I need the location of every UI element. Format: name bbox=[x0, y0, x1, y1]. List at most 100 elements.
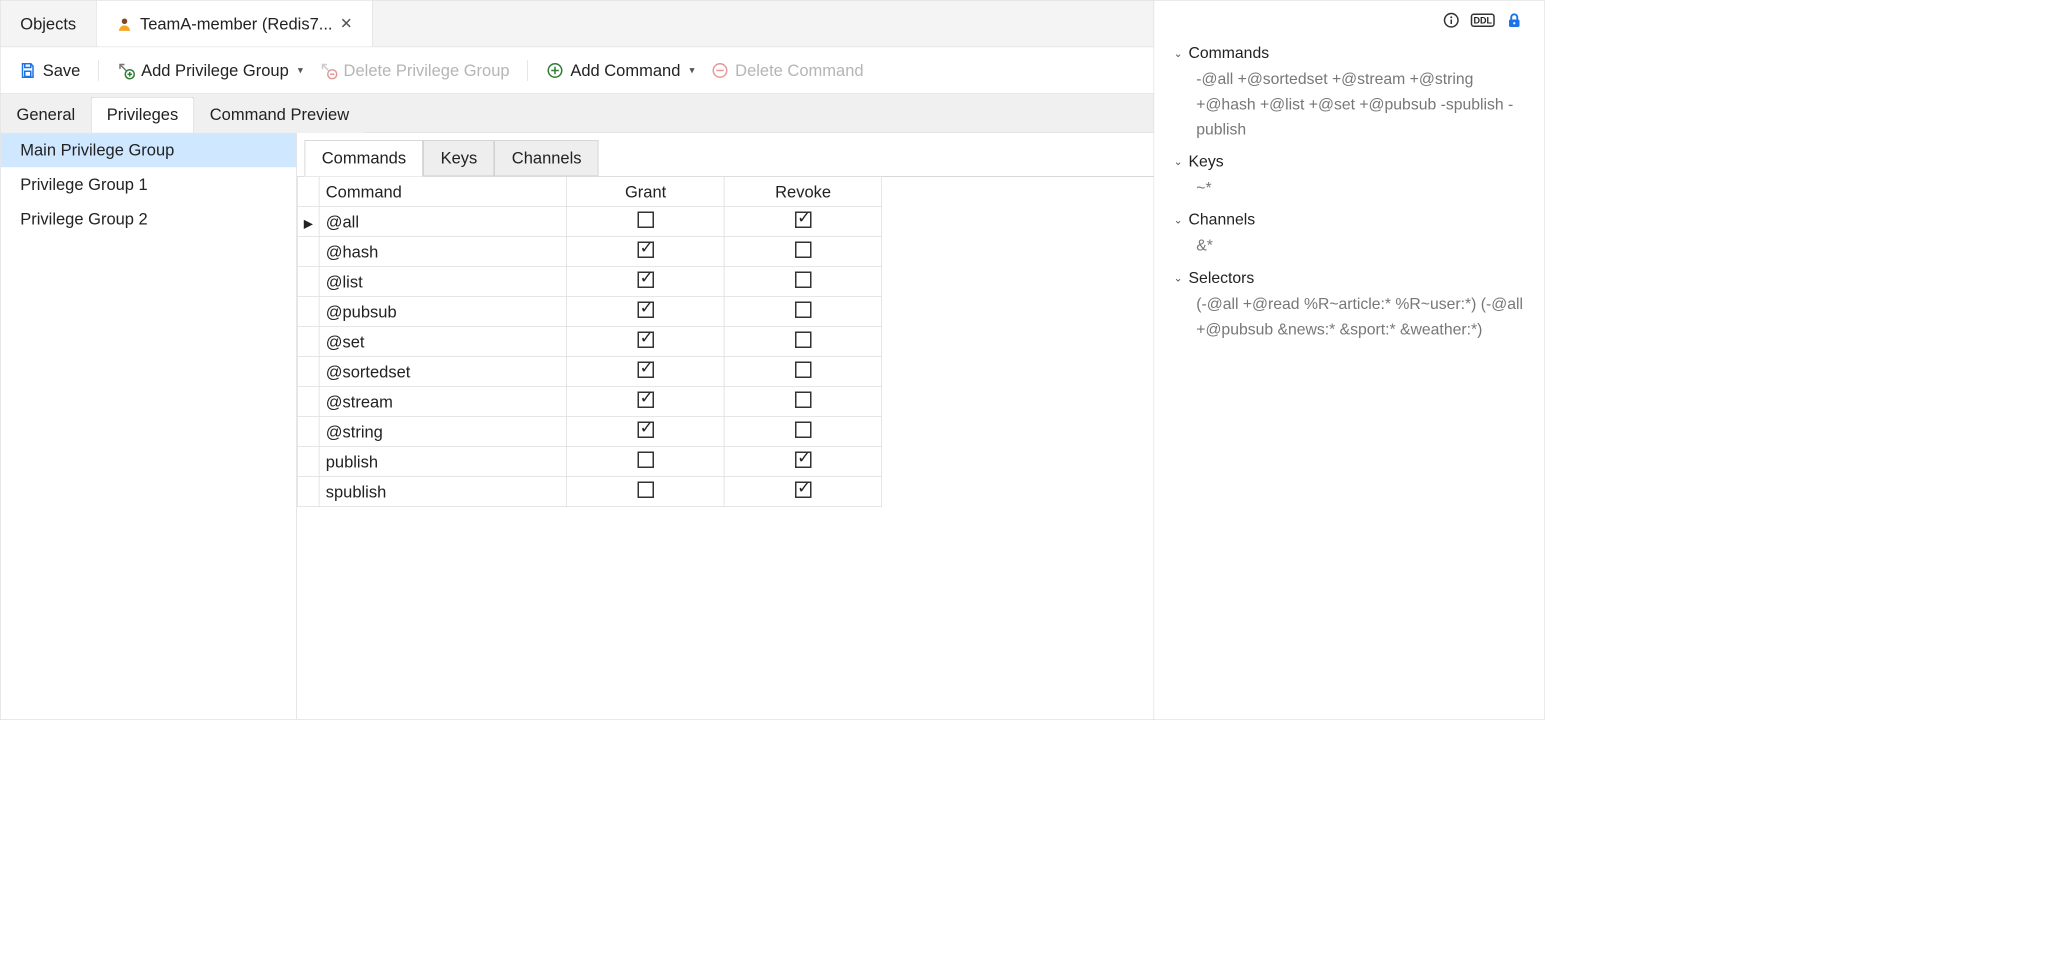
cell-command[interactable]: @all bbox=[319, 207, 567, 237]
chevron-down-icon: ▾ bbox=[689, 64, 694, 77]
info-icon[interactable] bbox=[1441, 10, 1462, 31]
document-tabs: Objects TeamA-member (Redis7... ✕ bbox=[1, 1, 1154, 48]
cell-revoke[interactable] bbox=[724, 237, 882, 267]
table-row[interactable]: @list bbox=[297, 267, 881, 297]
row-marker: ▶ bbox=[297, 207, 319, 237]
delete-privilege-group-label: Delete Privilege Group bbox=[344, 60, 510, 80]
cell-revoke[interactable] bbox=[724, 267, 882, 297]
cell-grant[interactable] bbox=[567, 447, 725, 477]
checkbox-grant[interactable] bbox=[637, 391, 654, 408]
cell-command[interactable]: @sortedset bbox=[319, 357, 567, 387]
side-channels-header[interactable]: ⌄Channels bbox=[1174, 207, 1525, 234]
close-icon[interactable]: ✕ bbox=[340, 14, 353, 33]
checkbox-revoke[interactable] bbox=[795, 331, 812, 348]
cell-command[interactable]: @set bbox=[319, 327, 567, 357]
cell-grant[interactable] bbox=[567, 417, 725, 447]
cell-grant[interactable] bbox=[567, 237, 725, 267]
row-marker bbox=[297, 297, 319, 327]
cell-grant[interactable] bbox=[567, 207, 725, 237]
cell-command[interactable]: @hash bbox=[319, 237, 567, 267]
cell-revoke[interactable] bbox=[724, 297, 882, 327]
tab-objects[interactable]: Objects bbox=[1, 1, 97, 47]
cell-grant[interactable] bbox=[567, 387, 725, 417]
cell-revoke[interactable] bbox=[724, 477, 882, 507]
cell-revoke[interactable] bbox=[724, 357, 882, 387]
table-row[interactable]: ▶@all bbox=[297, 207, 881, 237]
toolbar: Save Add Privilege Group ▾ Delete Privil… bbox=[1, 47, 1154, 94]
cell-grant[interactable] bbox=[567, 357, 725, 387]
cell-grant[interactable] bbox=[567, 297, 725, 327]
table-row[interactable]: @set bbox=[297, 327, 881, 357]
checkbox-grant[interactable] bbox=[637, 271, 654, 288]
cell-command[interactable]: publish bbox=[319, 447, 567, 477]
checkbox-revoke[interactable] bbox=[795, 301, 812, 318]
side-channels-value: &* bbox=[1174, 234, 1525, 259]
checkbox-revoke[interactable] bbox=[795, 361, 812, 378]
checkbox-grant[interactable] bbox=[637, 301, 654, 318]
table-row[interactable]: spublish bbox=[297, 477, 881, 507]
privilege-group-item[interactable]: Privilege Group 1 bbox=[1, 167, 297, 202]
cell-grant[interactable] bbox=[567, 267, 725, 297]
checkbox-revoke[interactable] bbox=[795, 211, 812, 228]
chevron-down-icon: ⌄ bbox=[1174, 214, 1183, 227]
checkbox-grant[interactable] bbox=[637, 481, 654, 498]
row-marker bbox=[297, 477, 319, 507]
tab-privileges[interactable]: Privileges bbox=[91, 97, 194, 133]
lock-icon[interactable] bbox=[1504, 10, 1525, 31]
add-privilege-group-button[interactable]: Add Privilege Group ▾ bbox=[111, 57, 309, 83]
cell-revoke[interactable] bbox=[724, 447, 882, 477]
inner-tab-keys[interactable]: Keys bbox=[423, 140, 494, 176]
checkbox-revoke[interactable] bbox=[795, 271, 812, 288]
save-button[interactable]: Save bbox=[13, 57, 87, 83]
tab-general[interactable]: General bbox=[1, 97, 91, 133]
side-keys-header[interactable]: ⌄Keys bbox=[1174, 148, 1525, 175]
checkbox-grant[interactable] bbox=[637, 241, 654, 258]
table-row[interactable]: @pubsub bbox=[297, 297, 881, 327]
header-command[interactable]: Command bbox=[319, 177, 567, 207]
inner-tab-channels[interactable]: Channels bbox=[495, 140, 599, 176]
tab-command-preview[interactable]: Command Preview bbox=[194, 97, 365, 133]
checkbox-grant[interactable] bbox=[637, 211, 654, 228]
inner-tab-commands[interactable]: Commands bbox=[305, 140, 424, 176]
checkbox-grant[interactable] bbox=[637, 421, 654, 438]
checkbox-revoke[interactable] bbox=[795, 391, 812, 408]
header-revoke[interactable]: Revoke bbox=[724, 177, 882, 207]
side-selectors-header[interactable]: ⌄Selectors bbox=[1174, 265, 1525, 292]
cell-command[interactable]: @string bbox=[319, 417, 567, 447]
cell-revoke[interactable] bbox=[724, 387, 882, 417]
side-commands-header[interactable]: ⌄Commands bbox=[1174, 40, 1525, 67]
privilege-group-item[interactable]: Privilege Group 2 bbox=[1, 202, 297, 237]
add-privilege-group-label: Add Privilege Group bbox=[141, 60, 289, 80]
cell-command[interactable]: @list bbox=[319, 267, 567, 297]
add-command-button[interactable]: Add Command ▾ bbox=[540, 57, 700, 83]
cell-command[interactable]: @pubsub bbox=[319, 297, 567, 327]
delete-privilege-group-button: Delete Privilege Group bbox=[314, 57, 516, 83]
checkbox-revoke[interactable] bbox=[795, 241, 812, 258]
tab-editor[interactable]: TeamA-member (Redis7... ✕ bbox=[96, 1, 372, 47]
cell-command[interactable]: @stream bbox=[319, 387, 567, 417]
privilege-group-item[interactable]: Main Privilege Group bbox=[1, 133, 297, 168]
table-row[interactable]: publish bbox=[297, 447, 881, 477]
checkbox-grant[interactable] bbox=[637, 331, 654, 348]
checkbox-grant[interactable] bbox=[637, 361, 654, 378]
delete-command-button: Delete Command bbox=[705, 57, 869, 83]
checkbox-revoke[interactable] bbox=[795, 451, 812, 468]
cell-revoke[interactable] bbox=[724, 207, 882, 237]
header-grant[interactable]: Grant bbox=[567, 177, 725, 207]
table-row[interactable]: @sortedset bbox=[297, 357, 881, 387]
tab-objects-label: Objects bbox=[20, 14, 76, 34]
table-row[interactable]: @hash bbox=[297, 237, 881, 267]
chevron-down-icon: ▾ bbox=[298, 64, 303, 77]
checkbox-revoke[interactable] bbox=[795, 481, 812, 498]
cell-command[interactable]: spublish bbox=[319, 477, 567, 507]
table-row[interactable]: @string bbox=[297, 417, 881, 447]
cell-revoke[interactable] bbox=[724, 327, 882, 357]
cell-revoke[interactable] bbox=[724, 417, 882, 447]
cell-grant[interactable] bbox=[567, 327, 725, 357]
checkbox-grant[interactable] bbox=[637, 451, 654, 468]
cell-grant[interactable] bbox=[567, 477, 725, 507]
checkbox-revoke[interactable] bbox=[795, 421, 812, 438]
side-selectors-label: Selectors bbox=[1189, 269, 1255, 287]
ddl-icon[interactable]: DDL bbox=[1472, 10, 1493, 31]
table-row[interactable]: @stream bbox=[297, 387, 881, 417]
